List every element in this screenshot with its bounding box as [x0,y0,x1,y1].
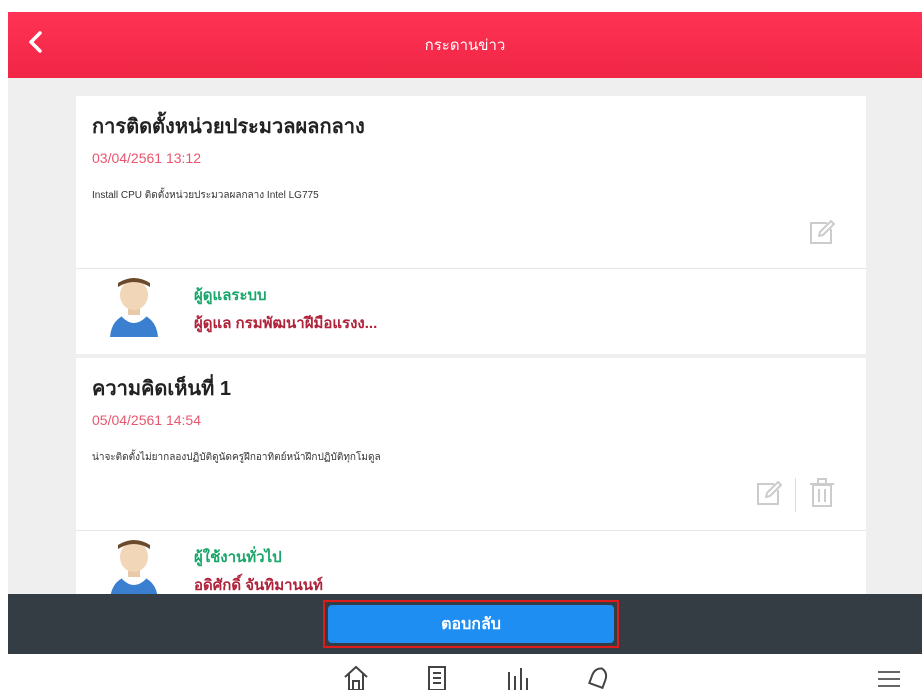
avatar [106,539,162,594]
post-title: ความคิดเห็นที่ 1 [92,378,231,400]
author-role: ผู้ใช้งานทั่วไป [194,549,282,566]
post-body: การติดตั้งหน่วยประมวลผลกลาง 03/04/2561 1… [76,96,866,268]
reply-bar: ตอบกลับ [8,594,922,654]
post-title: การติดตั้งหน่วยประมวลผลกลาง [92,116,365,138]
post-date: 03/04/2561 13:12 [92,150,201,166]
tab-bar [0,654,922,691]
news-icon[interactable] [424,664,450,691]
author-role: ผู้ดูแลระบบ [194,287,267,304]
bell-icon[interactable] [586,664,612,690]
trash-icon [809,477,835,513]
edit-button[interactable] [806,218,838,250]
author-name: ผู้ดูแล กรมพัฒนาฝีมือแรงง... [194,315,378,332]
post-body: ความคิดเห็นที่ 1 05/04/2561 14:54 น่าจะต… [76,358,866,530]
author-name: อดิศักดิ์ จันทิมานนท์ [194,577,323,594]
post-list[interactable]: การติดตั้งหน่วยประมวลผลกลาง 03/04/2561 1… [8,78,922,594]
post-date: 05/04/2561 14:54 [92,412,201,428]
page-title: กระดานข่าว [424,37,506,54]
action-divider [795,478,796,512]
post-text: น่าจะติดตั้งไม่ยากลองปฏิบัติดูนัดครูฝึกอ… [92,452,381,463]
post-actions [753,477,838,513]
top-strip [0,0,922,12]
back-button[interactable] [18,26,54,62]
post-actions [806,218,838,250]
header-bar: กระดานข่าว [8,12,922,78]
post-card: การติดตั้งหน่วยประมวลผลกลาง 03/04/2561 1… [76,96,866,354]
menu-icon[interactable] [876,664,902,690]
author-row: ผู้ดูแลระบบ ผู้ดูแล กรมพัฒนาฝีมือแรงง... [76,268,866,354]
delete-button[interactable] [806,477,838,513]
chevron-left-icon [27,30,45,58]
post-text: Install CPU ติดตั้งหน่วยประมวลผลกลาง Int… [92,190,319,201]
comment-card: ความคิดเห็นที่ 1 05/04/2561 14:54 น่าจะต… [76,358,866,594]
home-icon[interactable] [343,664,369,691]
reply-highlight: ตอบกลับ [323,600,619,648]
edit-icon [754,478,784,513]
reply-button[interactable]: ตอบกลับ [328,605,614,643]
edit-icon [807,217,837,252]
avatar [106,277,162,337]
edit-button[interactable] [753,479,785,511]
chart-icon[interactable] [505,664,531,690]
author-row: ผู้ใช้งานทั่วไป อดิศักดิ์ จันทิมานนท์ [76,530,866,594]
